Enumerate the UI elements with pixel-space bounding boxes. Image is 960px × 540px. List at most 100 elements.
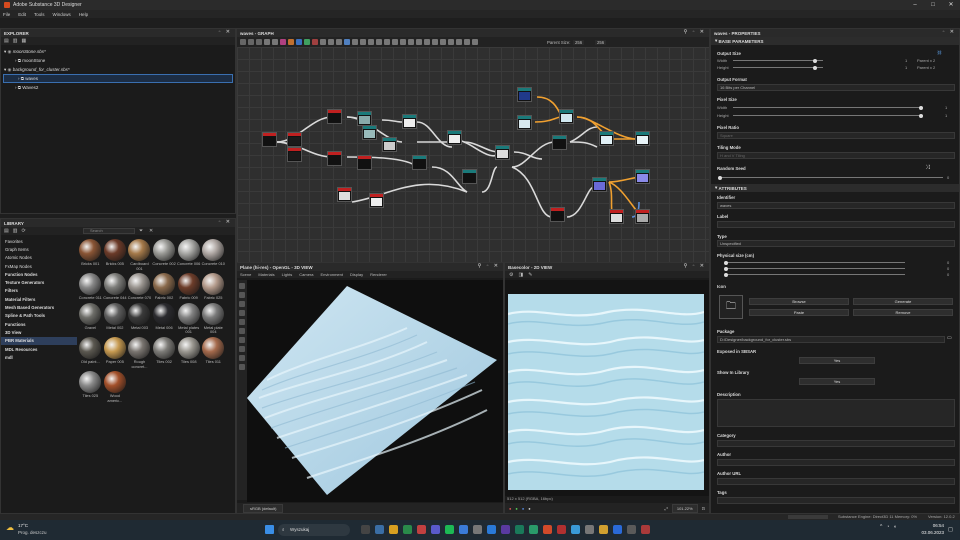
menu-help[interactable]: Help (79, 12, 88, 17)
tree-item-waves-graph[interactable]: › ⧉ waves (3, 74, 233, 83)
graph-node[interactable] (327, 151, 342, 166)
output-height-relative[interactable]: Parent x 2 (917, 65, 935, 70)
menu-windows[interactable]: Windows (53, 12, 71, 17)
graph-tool-icon[interactable] (248, 39, 254, 45)
generate-button[interactable]: Generate (853, 298, 953, 305)
taskbar-app-icon[interactable] (374, 525, 384, 534)
taskbar-app-icon[interactable] (360, 525, 370, 534)
library-category-item[interactable]: Spline & Path Tools (1, 312, 77, 320)
tree-item-moonstone-package[interactable]: ▾ ◉ moonStone.sbs* (1, 47, 235, 56)
taskbar-app-icon[interactable] (444, 525, 454, 534)
parent-size-height-select[interactable]: 256 (595, 39, 607, 45)
library-category-item[interactable]: Graph Items (1, 245, 77, 253)
parent-size-width-select[interactable]: 256 (573, 39, 585, 45)
graph-node[interactable] (609, 209, 624, 224)
library-category-item[interactable]: Texture Generators (1, 278, 77, 286)
graph-tool-icon[interactable] (472, 39, 478, 45)
view3d-menu-camera[interactable]: Camera (299, 272, 313, 277)
graph-tool-icon[interactable] (240, 39, 246, 45)
graph-tool-icon[interactable] (368, 39, 374, 45)
material-thumbnail[interactable]: Cardboard 001 (127, 239, 152, 271)
graph-node[interactable] (592, 177, 607, 192)
library-folder-icon[interactable]: ▥ (13, 228, 18, 234)
channel-b-icon[interactable]: ● (522, 506, 524, 511)
start-icon[interactable] (265, 525, 274, 534)
taskbar-app-icon[interactable] (542, 525, 552, 534)
material-thumbnail[interactable]: Bricks 001 (78, 239, 103, 271)
library-category-item[interactable]: PBR Materials (1, 336, 77, 345)
settings-icon[interactable] (239, 364, 245, 370)
output-height-slider[interactable] (733, 65, 823, 70)
material-thumbnail[interactable]: Paper 005 (103, 336, 128, 369)
filter-icon[interactable]: ⏷ (139, 228, 143, 234)
graph-tool-icon[interactable] (408, 39, 414, 45)
save-package-icon[interactable]: ▦ (21, 38, 26, 44)
graph-node[interactable] (635, 131, 650, 146)
graph-tool-icon[interactable] (448, 39, 454, 45)
material-thumbnail[interactable]: Concrete 006 (176, 239, 201, 271)
tree-item-moonstone-graph[interactable]: › ⧉ moonStone (1, 56, 235, 65)
library-category-item[interactable]: FxMap Nodes (1, 262, 77, 270)
taskbar-search-input[interactable]: ⌕ Wyszukaj (278, 524, 350, 536)
graph-node[interactable] (462, 169, 477, 184)
material-thumbnail[interactable]: Fabric 025 (201, 273, 226, 301)
taskbar-app-icon[interactable] (584, 525, 594, 534)
graph-tool-icon[interactable] (312, 39, 318, 45)
zoom-level-select[interactable]: 101.22% (671, 503, 698, 513)
graph-tool-icon[interactable] (424, 39, 430, 45)
taskbar-app-icon[interactable] (402, 525, 412, 534)
output-width-relative[interactable]: Parent x 2 (917, 58, 935, 63)
material-thumbnail[interactable]: Fabric 002 (152, 273, 177, 301)
category-input[interactable] (717, 440, 955, 447)
panel-controls-icon[interactable]: ▫ ✕ (219, 219, 232, 225)
material-thumbnail[interactable]: Concrete 010 (201, 239, 226, 271)
library-category-item[interactable]: Material Filters (1, 295, 77, 303)
close-icon[interactable]: ✕ (942, 0, 960, 10)
graph-node[interactable] (262, 132, 277, 147)
notification-icon[interactable]: ◻ (948, 526, 953, 533)
open-package-icon[interactable]: ▥ (13, 38, 18, 44)
base-parameters-section[interactable]: ▾ BASE PARAMETERS (711, 37, 959, 45)
channel-a-icon[interactable]: ● (528, 506, 530, 511)
material-thumbnail[interactable]: Metal plate 004 (201, 302, 226, 335)
material-thumbnail[interactable]: Tiles 025 (78, 371, 103, 403)
panel-controls-icon[interactable]: ⚲ ▫ ✕ (684, 263, 706, 269)
channel-g-icon[interactable]: ● (515, 506, 517, 511)
clear-icon[interactable]: ✕ (149, 228, 153, 234)
taskbar-app-icon[interactable] (598, 525, 608, 534)
material-thumbnail[interactable]: Concrete 070 (127, 273, 152, 301)
graph-tool-icon[interactable] (256, 39, 262, 45)
graph-tool-icon[interactable] (352, 39, 358, 45)
graph-node[interactable] (495, 145, 510, 160)
menu-file[interactable]: File (3, 12, 10, 17)
panel-controls-icon[interactable]: ⚲ ▫ ✕ (684, 29, 706, 35)
graph-node[interactable] (382, 137, 397, 152)
library-category-item[interactable]: Functions (1, 320, 77, 328)
graph-node[interactable] (447, 130, 462, 145)
channel-r-icon[interactable]: ● (509, 506, 511, 511)
graph-tool-icon[interactable] (360, 39, 366, 45)
material-thumbnail[interactable]: Concrete 044 (103, 273, 128, 301)
material-thumbnail[interactable]: Tiles 011 (201, 336, 226, 369)
graph-tool-icon[interactable] (264, 39, 270, 45)
graph-node[interactable] (517, 87, 532, 102)
pixel-width-slider[interactable] (733, 105, 923, 110)
taskbar-app-icon[interactable] (486, 525, 496, 534)
menu-edit[interactable]: Edit (18, 12, 26, 17)
type-select[interactable]: Unspecified (717, 240, 955, 247)
material-thumbnail[interactable]: Wood americ... (103, 371, 128, 403)
library-category-item[interactable]: Atomic Nodes (1, 254, 77, 262)
package-path-input[interactable]: D:/Designer/background_for_cluster.sbs (717, 336, 945, 343)
clock-time[interactable]: 06:54 (922, 523, 944, 528)
view3d-menu-renderer[interactable]: Renderer (370, 272, 387, 277)
author-input[interactable] (717, 459, 955, 466)
graph-node[interactable] (559, 109, 574, 124)
graph-node[interactable] (357, 155, 372, 170)
graph-node[interactable] (599, 131, 614, 146)
physical-x-slider[interactable] (724, 260, 905, 265)
screenshot-icon[interactable] (239, 346, 245, 352)
menu-tools[interactable]: Tools (34, 12, 45, 17)
graph-tool-icon[interactable] (296, 39, 302, 45)
library-category-item[interactable]: mdl (1, 353, 77, 361)
record-icon[interactable] (239, 355, 245, 361)
